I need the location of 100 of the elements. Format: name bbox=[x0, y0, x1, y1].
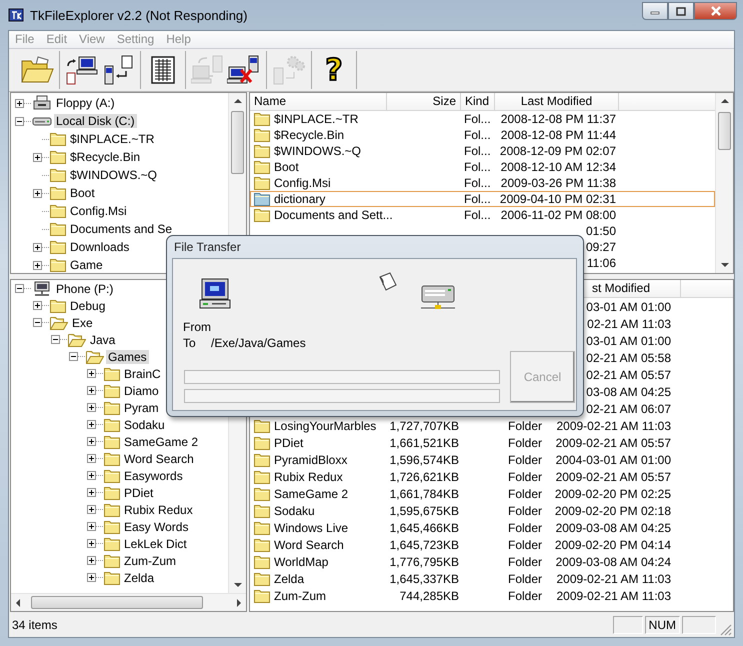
list-row[interactable]: WorldMap 1,776,795KB Folder 2009-03-08 AM 04:24 bbox=[250, 553, 733, 570]
tree-item[interactable]: Zum-Zum bbox=[122, 554, 178, 568]
tree-item[interactable]: Floppy (A:) bbox=[54, 96, 117, 110]
expand-icon[interactable] bbox=[87, 522, 96, 531]
list-row[interactable]: $INPLACE.~TR Fol... 2008-12-08 PM 11:37 bbox=[250, 111, 715, 127]
tree-item[interactable]: Pyram bbox=[122, 400, 161, 414]
column-header[interactable]: Kind bbox=[461, 93, 495, 110]
tree-item[interactable]: Config.Msi bbox=[68, 204, 129, 218]
list-row[interactable]: Sodaku 1,595,675KB Folder 2009-02-20 PM 02:18 bbox=[250, 502, 733, 519]
list-row[interactable]: PDiet 1,661,521KB Folder 2009-02-21 AM 05:57 bbox=[250, 434, 733, 451]
table-cell: Folder bbox=[508, 572, 542, 586]
expand-icon[interactable] bbox=[87, 471, 96, 480]
tree-item[interactable]: LekLek Dict bbox=[122, 536, 189, 550]
collapse-icon[interactable] bbox=[15, 284, 24, 293]
folder-icon bbox=[104, 502, 120, 516]
expand-icon[interactable] bbox=[87, 556, 96, 565]
tree-item[interactable]: Zelda bbox=[122, 570, 156, 584]
list-row[interactable]: Windows Live 1,645,466KB Folder 2009-03-08 AM 04:25 bbox=[250, 519, 733, 536]
table-cell: 2009-03-26 PM 11:38 bbox=[500, 176, 616, 190]
tree-item[interactable]: Java bbox=[88, 332, 118, 346]
collapse-icon[interactable] bbox=[69, 352, 78, 361]
tree-item[interactable]: Boot bbox=[68, 186, 97, 200]
tree-item[interactable]: PDiet bbox=[122, 486, 156, 500]
tree-item[interactable]: Documents and Se bbox=[68, 222, 174, 236]
expand-icon[interactable] bbox=[87, 539, 96, 548]
vertical-scrollbar[interactable] bbox=[715, 93, 733, 273]
list-row[interactable]: $Recycle.Bin Fol... 2008-12-08 PM 11:44 bbox=[250, 127, 715, 143]
close-button[interactable] bbox=[694, 2, 737, 20]
folder-icon bbox=[104, 400, 120, 414]
expand-icon[interactable] bbox=[87, 403, 96, 412]
tree-item[interactable]: Game bbox=[68, 258, 105, 272]
tree-item[interactable]: Word Search bbox=[122, 452, 196, 466]
expand-icon[interactable] bbox=[87, 454, 96, 463]
table-cell: Folder bbox=[508, 504, 542, 518]
list-row[interactable]: Word Search 1,645,723KB Folder 2009-02-20 PM 04:14 bbox=[250, 536, 733, 553]
tree-item[interactable]: Easywords bbox=[122, 468, 185, 482]
expand-icon[interactable] bbox=[33, 152, 42, 162]
table-cell: 2009-02-21 AM 05:57 bbox=[556, 436, 671, 450]
tree-item[interactable]: Easy Words bbox=[122, 520, 190, 534]
tree-item[interactable]: Downloads bbox=[68, 240, 132, 254]
expand-icon[interactable] bbox=[87, 386, 96, 395]
table-cell: Fol... bbox=[464, 208, 491, 222]
file-name: Documents and Sett... bbox=[274, 208, 393, 222]
list-row[interactable]: Zelda 1,645,337KB Folder 2009-02-21 AM 11:03 bbox=[250, 570, 733, 587]
column-header[interactable]: Size bbox=[387, 93, 461, 110]
expand-icon[interactable] bbox=[33, 188, 42, 198]
maximize-button[interactable] bbox=[668, 2, 694, 20]
resize-grip-icon[interactable] bbox=[718, 622, 732, 636]
expand-icon[interactable] bbox=[33, 242, 42, 252]
tree-item[interactable]: Diamo bbox=[122, 384, 161, 398]
expand-icon[interactable] bbox=[87, 369, 96, 378]
tree-item[interactable]: Debug bbox=[68, 298, 108, 312]
tree-item[interactable]: Rubix Redux bbox=[122, 502, 195, 516]
table-cell: Folder bbox=[508, 436, 542, 450]
expand-icon[interactable] bbox=[87, 488, 96, 497]
list-row[interactable]: $WINDOWS.~Q Fol... 2008-12-09 PM 02:07 bbox=[250, 143, 715, 159]
collapse-icon[interactable] bbox=[15, 116, 24, 126]
folder-icon bbox=[104, 468, 120, 482]
tree-item[interactable]: $INPLACE.~TR bbox=[68, 132, 156, 146]
expand-icon[interactable] bbox=[33, 260, 42, 270]
network-computer-icon bbox=[32, 280, 52, 296]
tree-item[interactable]: $Recycle.Bin bbox=[68, 150, 142, 164]
list-row[interactable]: 01:50 bbox=[250, 223, 715, 239]
expand-icon[interactable] bbox=[87, 573, 96, 582]
tree-item[interactable]: Phone (P:) bbox=[54, 282, 116, 296]
list-row[interactable]: Config.Msi Fol... 2009-03-26 PM 11:38 bbox=[250, 175, 715, 191]
table-cell: 2008-12-08 PM 11:37 bbox=[500, 112, 616, 126]
expand-icon[interactable] bbox=[87, 505, 96, 514]
horizontal-scrollbar[interactable] bbox=[11, 593, 246, 611]
list-row[interactable]: PyramidBloxx 1,596,574KB Folder 2004-03-01 AM 01:00 bbox=[250, 451, 733, 468]
tree-item[interactable]: $WINDOWS.~Q bbox=[68, 168, 160, 182]
tree-item[interactable]: Exe bbox=[70, 316, 95, 330]
column-header[interactable]: Last Modified bbox=[495, 93, 619, 110]
list-row[interactable]: dictionary Fol... 2009-04-10 PM 02:31 bbox=[250, 191, 715, 207]
minimize-button[interactable] bbox=[642, 2, 668, 20]
table-cell: Fol... bbox=[464, 112, 491, 126]
list-row[interactable]: Documents and Sett... Fol... 2006-11-02 PM 08:00 bbox=[250, 207, 715, 223]
expand-icon[interactable] bbox=[15, 98, 24, 108]
tree-item[interactable]: SameGame 2 bbox=[122, 434, 200, 448]
tree-item[interactable]: BrainC bbox=[122, 366, 163, 380]
table-cell: 2009-02-21 AM 11:03 bbox=[556, 588, 671, 602]
column-header[interactable]: Name bbox=[250, 93, 387, 110]
folder-icon bbox=[104, 452, 120, 466]
expand-icon[interactable] bbox=[33, 301, 42, 310]
collapse-icon[interactable] bbox=[51, 335, 60, 344]
expand-icon[interactable] bbox=[87, 437, 96, 446]
list-row[interactable]: Boot Fol... 2008-12-10 AM 12:34 bbox=[250, 159, 715, 175]
table-cell: 2009-02-21 AM 05:57 bbox=[556, 470, 671, 484]
collapse-icon[interactable] bbox=[33, 318, 42, 327]
folder-icon bbox=[104, 520, 120, 534]
list-row[interactable]: LosingYourMarbles 1,727,707KB Folder 2009-02-21 AM 11:03 bbox=[250, 417, 733, 434]
tree-item[interactable]: Games bbox=[106, 350, 149, 364]
folder-icon bbox=[50, 186, 66, 200]
list-row[interactable]: Rubix Redux 1,726,621KB Folder 2009-02-21 AM 05:57 bbox=[250, 468, 733, 485]
tree-item[interactable]: Local Disk (C:) bbox=[54, 114, 137, 128]
table-cell: 2009-02-21 AM 11:03 bbox=[556, 418, 671, 432]
list-row[interactable]: Zum-Zum 744,285KB Folder 2009-02-21 AM 11:03 bbox=[250, 587, 733, 604]
tree-item[interactable]: Sodaku bbox=[122, 418, 167, 432]
list-row[interactable]: SameGame 2 1,661,784KB Folder 2009-02-20 PM 02:25 bbox=[250, 485, 733, 502]
expand-icon[interactable] bbox=[87, 420, 96, 429]
